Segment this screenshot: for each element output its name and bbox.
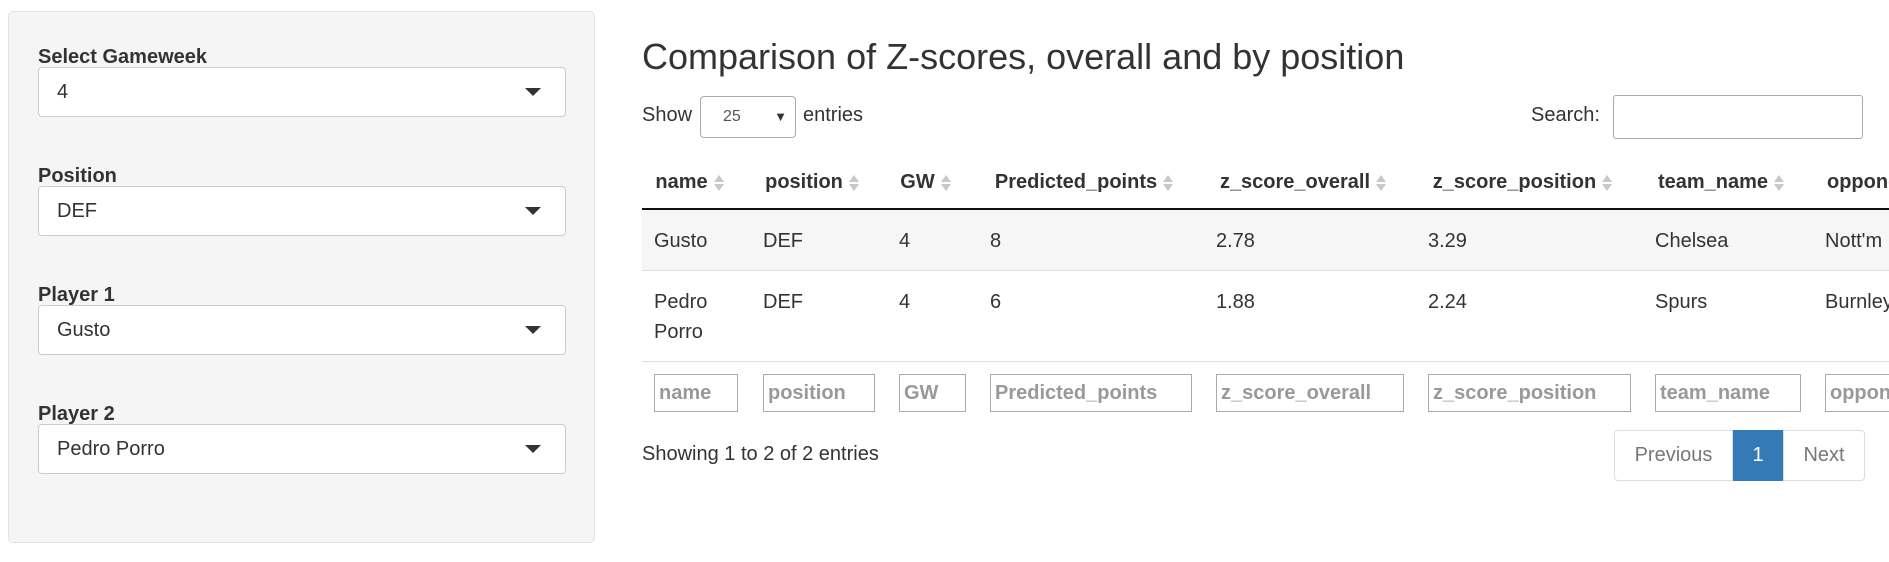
previous-button[interactable]: Previous (1614, 430, 1733, 481)
column-header-label: z_score_overall (1219, 171, 1371, 193)
entries-label: entries (803, 104, 864, 126)
column-header-gw[interactable]: GW (887, 157, 978, 210)
column-header-label: Predicted_points (994, 171, 1158, 193)
column-header-opponent[interactable]: opponent (1813, 157, 1889, 210)
column-header-name[interactable]: name (642, 157, 751, 210)
column-header-predicted-points[interactable]: Predicted_points (978, 157, 1204, 210)
table-row[interactable]: Pedro Porro DEF 4 6 1.88 2.24 Spurs Burn… (642, 270, 1889, 362)
chevron-down-icon (525, 445, 541, 453)
entries-length-value: 25 (723, 108, 741, 125)
player1-label: Player 1 (38, 284, 115, 306)
table-cell: 2.78 (1204, 208, 1416, 271)
sort-icon (1376, 173, 1387, 193)
filter-cell: z_score_position (1416, 361, 1643, 417)
gameweek-label: Select Gameweek (38, 46, 207, 68)
filter-input-gw[interactable]: GW (899, 374, 966, 412)
search-label: Search: (1531, 104, 1600, 126)
column-header-label: GW (900, 171, 935, 193)
table-cell: 4 (887, 270, 978, 362)
column-header-label: team_name (1657, 171, 1769, 193)
table-cell: 2.24 (1416, 270, 1643, 362)
position-value: DEF (57, 200, 97, 222)
filter-cell: z_score_overall (1204, 361, 1416, 417)
table-cell: Chelsea (1643, 208, 1813, 271)
player2-select[interactable]: Pedro Porro (38, 424, 566, 474)
column-header-label: position (765, 171, 843, 193)
filter-cell: opponent (1813, 361, 1889, 417)
column-header-label: name (655, 171, 708, 193)
player2-label: Player 2 (38, 403, 115, 425)
column-filter-row: name position GW Predicted_points z_scor… (642, 361, 1889, 417)
gameweek-value: 4 (57, 81, 69, 103)
table-row[interactable]: Gusto DEF 4 8 2.78 3.29 Chelsea Nott'm F… (642, 208, 1889, 271)
show-label: Show (642, 104, 693, 126)
table-cell: 1.88 (1204, 270, 1416, 362)
filter-input-z-score-position[interactable]: z_score_position (1428, 374, 1631, 412)
column-header-z-score-position[interactable]: z_score_position (1416, 157, 1643, 210)
data-table: name position GW Predicted_points z_scor… (642, 157, 1889, 417)
column-header-team-name[interactable]: team_name (1643, 157, 1813, 210)
table-cell: Gusto (642, 208, 751, 271)
sort-icon (1602, 173, 1613, 193)
filter-input-opponent[interactable]: opponent (1825, 374, 1889, 412)
gameweek-select[interactable]: 4 (38, 67, 566, 117)
player1-select[interactable]: Gusto (38, 305, 566, 355)
table-cell: Burnley (1813, 270, 1889, 362)
table-header-row: name position GW Predicted_points z_scor… (642, 157, 1889, 210)
table-cell: Nott'm Forest (1813, 208, 1889, 271)
sidebar-panel: Select Gameweek 4 Position DEF Player 1 … (8, 11, 595, 543)
column-header-position[interactable]: position (751, 157, 887, 210)
position-select[interactable]: DEF (38, 186, 566, 236)
filter-input-position[interactable]: position (763, 374, 875, 412)
table-cell: 8 (978, 208, 1204, 271)
sort-icon (1774, 173, 1785, 193)
filter-input-name[interactable]: name (654, 374, 738, 412)
position-label: Position (38, 165, 117, 187)
chevron-down-icon (525, 326, 541, 334)
filter-cell: name (642, 361, 751, 417)
next-button[interactable]: Next (1783, 430, 1865, 481)
table-cell: 4 (887, 208, 978, 271)
filter-cell: position (751, 361, 887, 417)
filter-cell: team_name (1643, 361, 1813, 417)
table-cell: 6 (978, 270, 1204, 362)
sort-icon (848, 173, 859, 193)
filter-input-team-name[interactable]: team_name (1655, 374, 1801, 412)
search-input[interactable] (1613, 95, 1863, 139)
table-cell: 3.29 (1416, 208, 1643, 271)
page-1-button[interactable]: 1 (1733, 430, 1783, 481)
filter-input-predicted-points[interactable]: Predicted_points (990, 374, 1192, 412)
table-cell: DEF (751, 208, 887, 271)
table-cell: Pedro Porro (642, 270, 751, 362)
table-cell: DEF (751, 270, 887, 362)
table-container: name position GW Predicted_points z_scor… (642, 157, 1889, 417)
table-cell: Spurs (1643, 270, 1813, 362)
chevron-down-icon (525, 88, 541, 96)
player1-value: Gusto (57, 319, 111, 341)
column-header-label: z_score_position (1432, 171, 1597, 193)
player2-value: Pedro Porro (57, 438, 165, 460)
filter-cell: Predicted_points (978, 361, 1204, 417)
page-title: Comparison of Z-scores, overall and by p… (642, 36, 1405, 77)
column-header-label: opponent (1827, 171, 1889, 193)
column-header-z-score-overall[interactable]: z_score_overall (1204, 157, 1416, 210)
sort-icon (1163, 173, 1174, 193)
chevron-down-icon (525, 207, 541, 215)
pagination: Previous 1 Next (1614, 430, 1865, 481)
dropdown-arrow-icon: ▼ (774, 109, 787, 124)
entries-length-select[interactable]: 25 ▼ (700, 96, 796, 138)
sort-icon (713, 173, 724, 193)
filter-cell: GW (887, 361, 978, 417)
table-info: Showing 1 to 2 of 2 entries (642, 443, 879, 465)
filter-input-z-score-overall[interactable]: z_score_overall (1216, 374, 1404, 412)
sort-icon (940, 173, 951, 193)
